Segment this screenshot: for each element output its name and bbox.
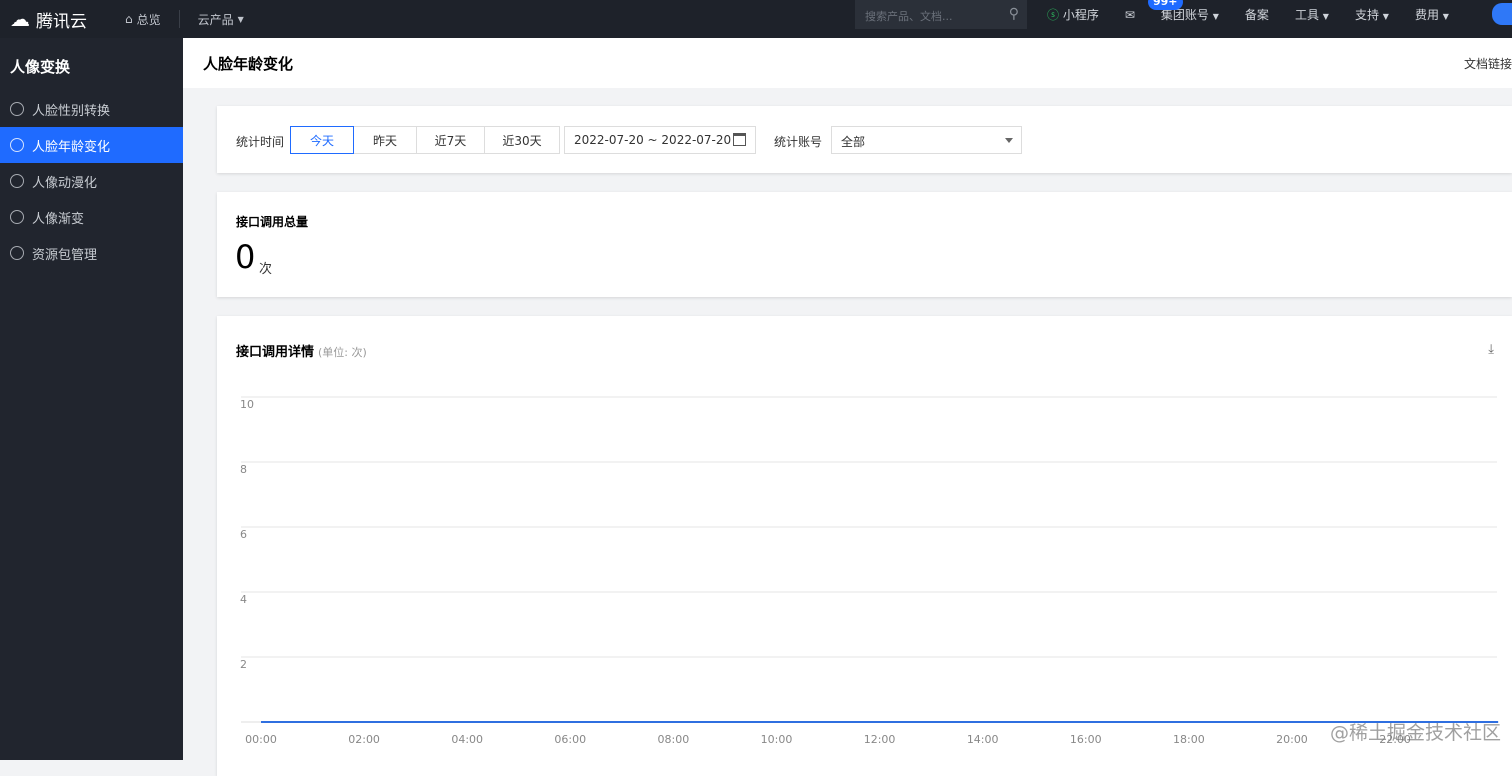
sidebar-item[interactable]: 人脸年龄变化 — [0, 127, 183, 163]
caret-down-icon — [1005, 138, 1013, 147]
sidebar-title: 人像变换 — [10, 58, 71, 76]
page-header: 人脸年龄变化 文档链接 — [183, 38, 1512, 88]
account-select[interactable]: 全部 — [831, 126, 1022, 154]
filter-card: 统计时间 今天 昨天 近7天 近30天 2022-07-20 ~ 2022-07… — [217, 106, 1512, 173]
miniprogram-label: 小程序 — [1062, 8, 1099, 22]
caret-down-icon: ▼ — [1382, 12, 1389, 21]
menu-icon — [10, 210, 24, 224]
overview-label: 总览 — [136, 12, 161, 27]
chart-card: 接口调用详情 (单位: 次) ⤓ 2 4 6 8 10 00:00 02:00 04:00 06:… — [217, 316, 1512, 776]
watermark: @稀土掘金技术社区 — [1330, 722, 1502, 744]
caret-down-icon: ▼ — [1212, 12, 1219, 21]
x-tick-label: 06:00 — [554, 733, 586, 746]
menu-icon — [10, 102, 24, 116]
total-card: 接口调用总量 0 次 — [217, 192, 1512, 297]
range-buttons: 今天 昨天 近7天 近30天 — [290, 126, 560, 154]
search-placeholder: 搜索产品、文档... — [865, 10, 953, 23]
range-yesterday-button[interactable]: 昨天 — [353, 126, 417, 154]
sidebar-item[interactable]: 人像动漫化 — [0, 163, 183, 199]
caret-down-icon: ▼ — [1322, 12, 1329, 21]
search-input[interactable]: 搜索产品、文档... ⚲ — [855, 0, 1027, 29]
y-tick-label: 6 — [240, 528, 247, 541]
y-tick-label: 10 — [240, 398, 254, 411]
range-today-button[interactable]: 今天 — [290, 126, 354, 154]
divider — [178, 10, 180, 28]
sidebar-item-label: 人像渐变 — [32, 211, 85, 227]
x-tick-label: 00:00 — [245, 733, 277, 746]
menu-icon — [10, 246, 24, 260]
x-tick-label: 16:00 — [1070, 733, 1102, 746]
range-7days-button[interactable]: 近7天 — [416, 126, 485, 154]
range-30days-button[interactable]: 近30天 — [484, 126, 560, 154]
x-tick-label: 18:00 — [1173, 733, 1205, 746]
x-tick-label: 04:00 — [451, 733, 483, 746]
y-tick-label: 2 — [240, 658, 247, 671]
sidebar: 人像变换 人脸性别转换 人脸年龄变化 人像动漫化人像渐变资源包管理 — [0, 38, 183, 760]
doc-link[interactable]: 文档链接 — [1464, 55, 1512, 72]
mail-icon[interactable]: ✉ — [1125, 8, 1135, 22]
avatar[interactable] — [1492, 3, 1512, 25]
total-value: 0 — [235, 238, 256, 276]
nav-overview[interactable]: ⌂ 总览 — [125, 11, 161, 28]
x-tick-label: 10:00 — [761, 733, 793, 746]
products-label: 云产品 — [197, 12, 234, 27]
support-label: 支持 — [1354, 8, 1379, 22]
account-value: 全部 — [841, 135, 866, 149]
nav-beian[interactable]: 备案 — [1245, 6, 1269, 23]
home-icon: ⌂ — [125, 12, 133, 26]
menu-icon — [10, 174, 24, 188]
sidebar-item[interactable]: 资源包管理 — [0, 235, 183, 271]
topbar-right: ⓢ 小程序 ✉ 集团账号 ▼ 备案 工具 ▼ 支持 ▼ 费用 ▼ — [1047, 0, 1449, 29]
account-label: 统计账号 — [774, 135, 823, 149]
page-title: 人脸年龄变化 — [203, 55, 294, 73]
sidebar-item[interactable]: 人脸性别转换 — [0, 91, 183, 127]
sidebar-item-label: 人像动漫化 — [32, 175, 98, 191]
group-account-label: 集团账号 — [1160, 8, 1209, 22]
x-tick-label: 02:00 — [348, 733, 380, 746]
sidebar-item[interactable]: 人像渐变 — [0, 199, 183, 235]
calendar-icon — [733, 133, 746, 146]
brand-name: 腾讯云 — [36, 11, 87, 32]
date-range-picker[interactable]: 2022-07-20 ~ 2022-07-20 — [564, 126, 756, 154]
date-range-value: 2022-07-20 ~ 2022-07-20 — [574, 133, 732, 147]
brand-logo[interactable]: ☁ 腾讯云 — [10, 7, 125, 32]
nav-support[interactable]: 支持 ▼ — [1355, 6, 1389, 23]
nav-tools[interactable]: 工具 ▼ — [1295, 6, 1329, 23]
y-tick-label: 8 — [240, 463, 247, 476]
cloud-icon: ☁ — [10, 7, 30, 31]
nav-billing[interactable]: 费用 ▼ — [1415, 6, 1449, 23]
tools-label: 工具 — [1294, 8, 1319, 22]
search-icon[interactable]: ⚲ — [1009, 6, 1019, 22]
sidebar-item-label: 人脸性别转换 — [32, 103, 111, 119]
chart-plot: 2 4 6 8 10 00:00 02:00 04:00 06:00 08:00 10:00 12:0… — [240, 396, 1499, 746]
sidebar-item-label: 资源包管理 — [32, 247, 98, 263]
miniprogram-icon: ⓢ — [1047, 8, 1060, 22]
time-label: 统计时间 — [236, 135, 285, 149]
nav-products[interactable]: 云产品 ▼ — [198, 11, 244, 28]
x-tick-label: 14:00 — [967, 733, 999, 746]
message-badge: 99+ — [1148, 0, 1183, 10]
caret-down-icon: ▼ — [237, 14, 244, 24]
sidebar-item-label: 人脸年龄变化 — [32, 139, 111, 155]
total-unit: 次 — [259, 262, 273, 277]
x-tick-label: 20:00 — [1276, 733, 1308, 746]
total-label: 接口调用总量 — [236, 215, 309, 229]
nav-miniprogram[interactable]: ⓢ 小程序 — [1047, 6, 1099, 23]
billing-label: 费用 — [1414, 8, 1439, 22]
menu-icon — [10, 138, 24, 152]
y-tick-label: 4 — [240, 593, 247, 606]
x-tick-label: 08:00 — [658, 733, 690, 746]
x-tick-label: 12:00 — [864, 733, 896, 746]
caret-down-icon: ▼ — [1442, 12, 1449, 21]
